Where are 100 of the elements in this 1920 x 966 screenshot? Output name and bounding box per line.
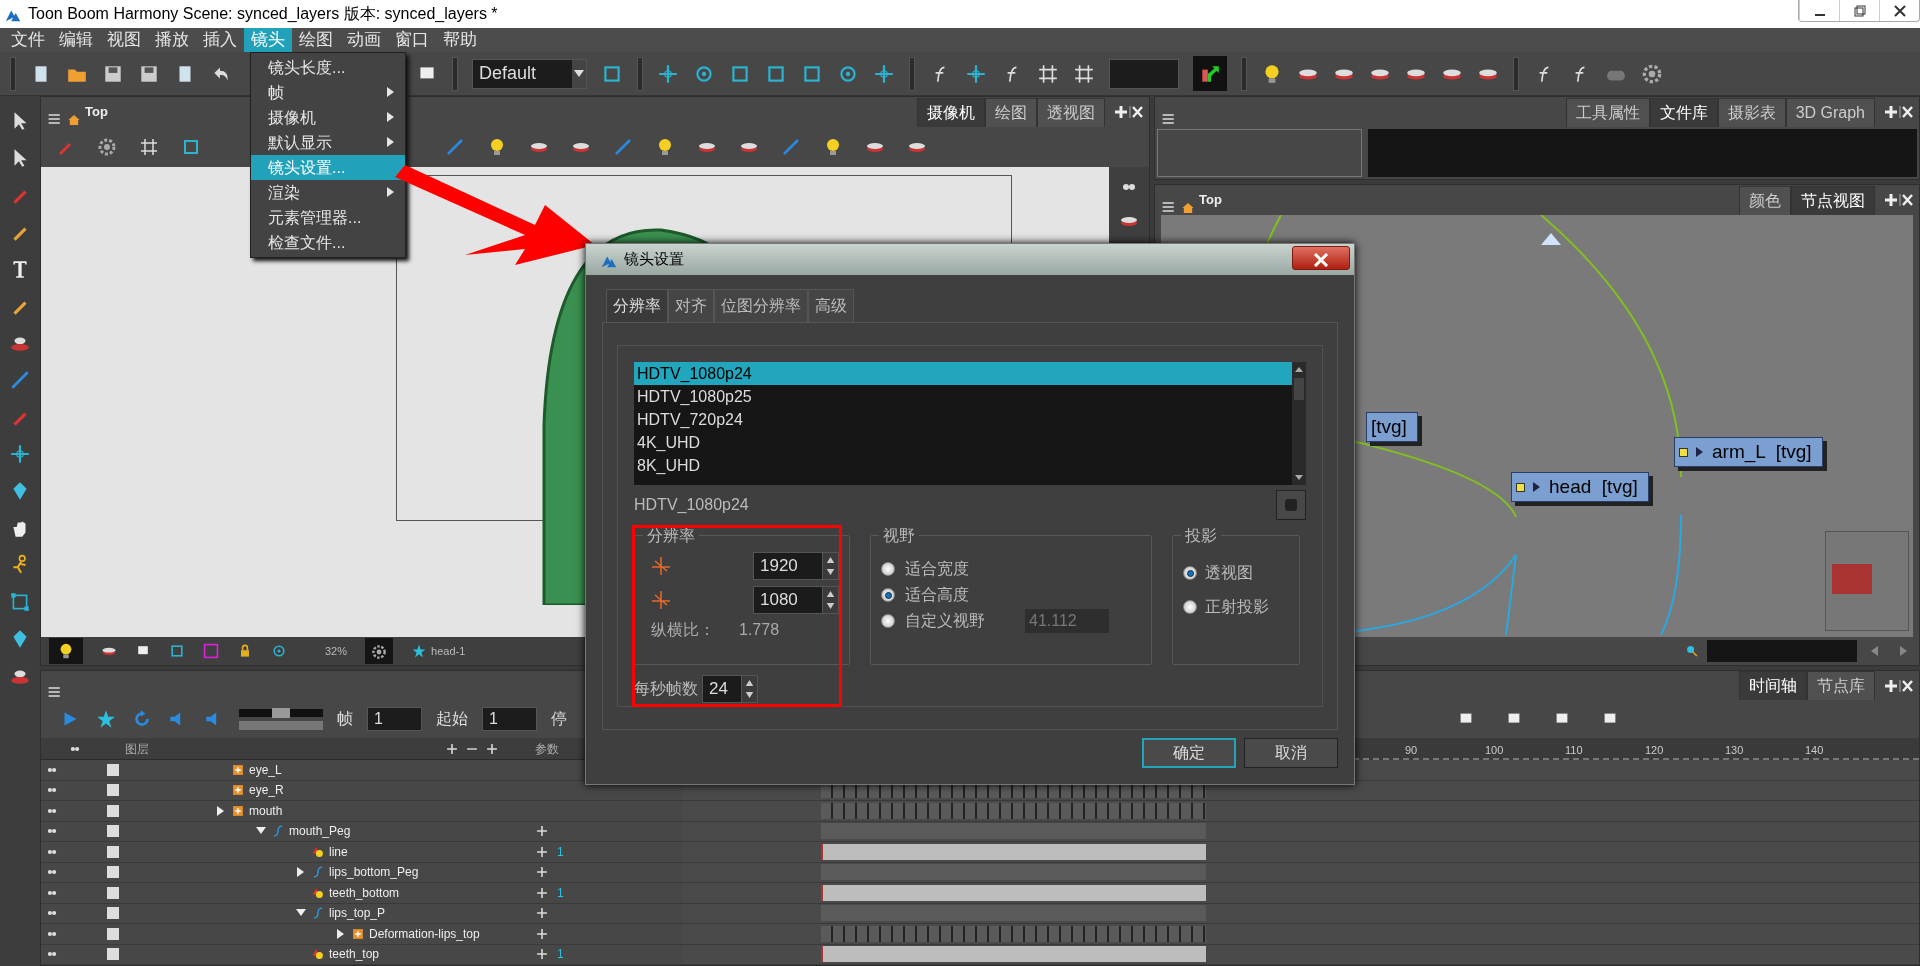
- exposure-bar[interactable]: [821, 843, 1206, 860]
- grid-icon[interactable]: [139, 137, 159, 157]
- menu-item[interactable]: 帮助: [436, 28, 484, 52]
- node-minimap[interactable]: [1825, 531, 1909, 631]
- line-icon[interactable]: [9, 369, 31, 391]
- exposure-bar[interactable]: [821, 884, 1206, 901]
- timeline-tab[interactable]: 节点库: [1807, 671, 1875, 700]
- dialog-tab[interactable]: 高级: [808, 289, 854, 322]
- menu-icon[interactable]: [1161, 111, 1177, 127]
- lasso-icon[interactable]: [203, 643, 219, 659]
- color-swatch[interactable]: [107, 845, 119, 858]
- menu-item[interactable]: 摄像机: [251, 105, 405, 130]
- dialog-tab[interactable]: 位图分辨率: [714, 289, 808, 322]
- menu-item[interactable]: 插入: [196, 28, 244, 52]
- menu-item[interactable]: 元素管理器...: [251, 205, 405, 230]
- radio-button[interactable]: [881, 614, 895, 628]
- frame-track[interactable]: [821, 823, 1206, 840]
- menu-icon[interactable]: [47, 684, 63, 700]
- menu-item[interactable]: 帧: [251, 80, 405, 105]
- frame-track[interactable]: [821, 905, 1206, 922]
- toolbar-grip[interactable]: [1513, 56, 1519, 91]
- spin-arrows-icon[interactable]: [741, 676, 757, 702]
- fps-field[interactable]: 24: [702, 675, 758, 703]
- add-layer-icon[interactable]: [445, 741, 459, 756]
- menu-item[interactable]: 镜头长度...: [251, 55, 405, 80]
- start-field[interactable]: 1: [482, 707, 537, 731]
- panel-add-close-icon[interactable]: [1885, 105, 1913, 119]
- move-icon[interactable]: [657, 62, 679, 85]
- preset-item[interactable]: HDTV_1080p24: [634, 362, 1292, 385]
- layer-name[interactable]: Deformation-lips_top: [369, 924, 480, 943]
- frame-track[interactable]: [821, 802, 1206, 819]
- dropdown-field[interactable]: [1109, 58, 1179, 89]
- frame-field[interactable]: 1: [367, 707, 422, 731]
- node-square-icon[interactable]: [1516, 482, 1525, 492]
- color-swatch[interactable]: [107, 784, 119, 797]
- slider-thumb[interactable]: [272, 708, 290, 718]
- color-swatch[interactable]: [107, 804, 119, 817]
- radio-label[interactable]: 自定义视野: [905, 609, 985, 633]
- view-tab[interactable]: 绘图: [985, 98, 1037, 127]
- add-parameter-icon[interactable]: [535, 885, 549, 900]
- menu-item[interactable]: 动画: [340, 28, 388, 52]
- layer-name[interactable]: eye_R: [249, 781, 284, 800]
- preset-item[interactable]: HDTV_720p24: [634, 408, 1292, 431]
- radio-label[interactable]: 透视图: [1205, 561, 1253, 585]
- view-tab[interactable]: 透视图: [1037, 98, 1105, 127]
- panel-add-close-icon[interactable]: [1885, 193, 1913, 207]
- exposure-bar[interactable]: [821, 946, 1206, 963]
- preset-item[interactable]: HDTV_1080p25: [634, 385, 1292, 408]
- layer-name[interactable]: teeth_top: [329, 945, 380, 964]
- panel-tab[interactable]: 文件库: [1649, 98, 1718, 127]
- add-parameter-icon[interactable]: [535, 906, 549, 921]
- settings-icon[interactable]: [371, 643, 388, 660]
- dialog-button[interactable]: 确定: [1142, 738, 1236, 768]
- panel-add-close-icon[interactable]: [1115, 105, 1143, 119]
- menu-icon[interactable]: [1161, 199, 1177, 215]
- timeline-tab[interactable]: 时间轴: [1739, 671, 1807, 700]
- settings-icon[interactable]: [1641, 62, 1663, 85]
- menu-item[interactable]: 检查文件...: [251, 230, 405, 255]
- color-swatch-button[interactable]: [1276, 490, 1306, 520]
- layer-name[interactable]: mouth_Peg: [289, 822, 351, 841]
- search-icon[interactable]: [1685, 644, 1699, 658]
- animate-mode-button[interactable]: [1193, 56, 1227, 91]
- add-parameter-icon[interactable]: [535, 844, 549, 859]
- dialog-tab[interactable]: 对齐: [668, 289, 714, 322]
- add-parameter-icon[interactable]: [535, 947, 549, 962]
- add-icon[interactable]: [485, 741, 499, 756]
- menu-icon[interactable]: [47, 111, 63, 127]
- color-swatch[interactable]: [107, 886, 119, 899]
- radio-label[interactable]: 适合宽度: [905, 557, 969, 581]
- playback-speed-slider[interactable]: [239, 707, 323, 731]
- search-field[interactable]: [1707, 640, 1857, 662]
- radio-button[interactable]: [881, 588, 895, 602]
- toolbar-grip[interactable]: [637, 56, 643, 91]
- close-icon[interactable]: [1892, 4, 1907, 17]
- layer-name[interactable]: teeth_bottom: [329, 883, 400, 902]
- layer-name[interactable]: lips_top_P: [329, 904, 386, 923]
- color-swatch[interactable]: [107, 927, 119, 940]
- menu-item[interactable]: 播放: [148, 28, 196, 52]
- view-tab[interactable]: 颜色: [1739, 186, 1791, 215]
- radio-button[interactable]: [881, 562, 895, 576]
- menu-item[interactable]: 窗口: [388, 28, 436, 52]
- panel-tab[interactable]: 3D Graph: [1785, 98, 1875, 127]
- scrollbar[interactable]: [1292, 362, 1306, 485]
- layer-name[interactable]: line: [329, 842, 348, 861]
- panel-tab[interactable]: 摄影表: [1717, 98, 1786, 127]
- toolbar-grip[interactable]: [1241, 56, 1247, 91]
- menu-item[interactable]: 绘图: [292, 28, 340, 52]
- toolbar-grip[interactable]: [909, 56, 915, 91]
- grid-icon[interactable]: [1073, 62, 1095, 85]
- dialog-button[interactable]: 取消: [1244, 738, 1338, 768]
- toolbar-grip[interactable]: [10, 56, 16, 91]
- color-swatch[interactable]: [107, 948, 119, 961]
- menu-item[interactable]: 文件: [4, 28, 52, 52]
- layer-name[interactable]: eye_L: [249, 760, 282, 779]
- add-parameter-icon[interactable]: [535, 865, 549, 880]
- grid-icon[interactable]: [1037, 62, 1059, 85]
- view-tab[interactable]: 摄像机: [917, 98, 985, 127]
- add-parameter-icon[interactable]: [535, 926, 549, 941]
- color-swatch[interactable]: [107, 763, 119, 776]
- selection-icon[interactable]: [9, 591, 31, 613]
